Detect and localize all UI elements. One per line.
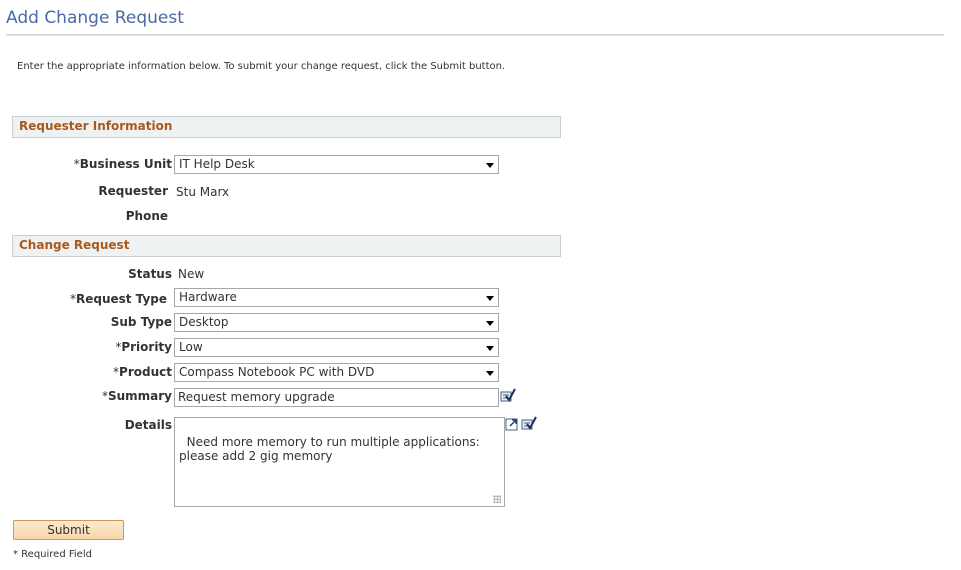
submit-button[interactable]: Submit: [13, 520, 124, 540]
requester-value: Stu Marx: [176, 185, 230, 199]
business-unit-value: IT Help Desk: [179, 157, 255, 171]
details-text: Need more memory to run multiple applica…: [179, 435, 484, 463]
chevron-down-icon: [486, 296, 494, 301]
product-value: Compass Notebook PC with DVD: [179, 365, 375, 379]
summary-input[interactable]: Request memory upgrade: [174, 388, 499, 407]
chevron-down-icon: [486, 163, 494, 168]
request-type-label: *Request Type: [69, 292, 167, 306]
business-unit-select[interactable]: IT Help Desk: [174, 155, 499, 174]
status-value: New: [178, 267, 205, 281]
request-type-value: Hardware: [179, 290, 237, 304]
spell-check-icon[interactable]: [521, 416, 537, 431]
product-select[interactable]: Compass Notebook PC with DVD: [174, 363, 499, 382]
requester-section-header: Requester Information: [12, 116, 561, 138]
status-label: Status: [128, 267, 172, 281]
sub-type-value: Desktop: [179, 315, 229, 329]
change-request-section-header: Change Request: [12, 235, 561, 257]
summary-label: *Summary: [101, 389, 172, 403]
resize-grip-icon[interactable]: [493, 495, 501, 503]
priority-value: Low: [179, 340, 203, 354]
priority-select[interactable]: Low: [174, 338, 499, 357]
sub-type-select[interactable]: Desktop: [174, 313, 499, 332]
details-label: Details: [124, 418, 172, 432]
chevron-down-icon: [486, 371, 494, 376]
chevron-down-icon: [486, 346, 494, 351]
product-label: *Product: [113, 365, 172, 379]
expand-icon[interactable]: [505, 417, 519, 431]
details-textarea[interactable]: Need more memory to run multiple applica…: [174, 417, 505, 507]
spell-check-icon[interactable]: [500, 388, 516, 403]
sub-type-label: Sub Type: [110, 315, 172, 329]
request-type-select[interactable]: Hardware: [174, 288, 499, 307]
business-unit-label: *Business Unit: [73, 157, 172, 171]
priority-label: *Priority: [115, 340, 172, 354]
page-title: Add Change Request: [6, 8, 184, 28]
phone-label: Phone: [125, 209, 168, 223]
requester-label: Requester: [98, 184, 168, 198]
title-divider: [6, 34, 944, 36]
instructions-text: Enter the appropriate information below.…: [17, 61, 506, 72]
chevron-down-icon: [486, 321, 494, 326]
required-field-note: * Required Field: [13, 549, 92, 560]
